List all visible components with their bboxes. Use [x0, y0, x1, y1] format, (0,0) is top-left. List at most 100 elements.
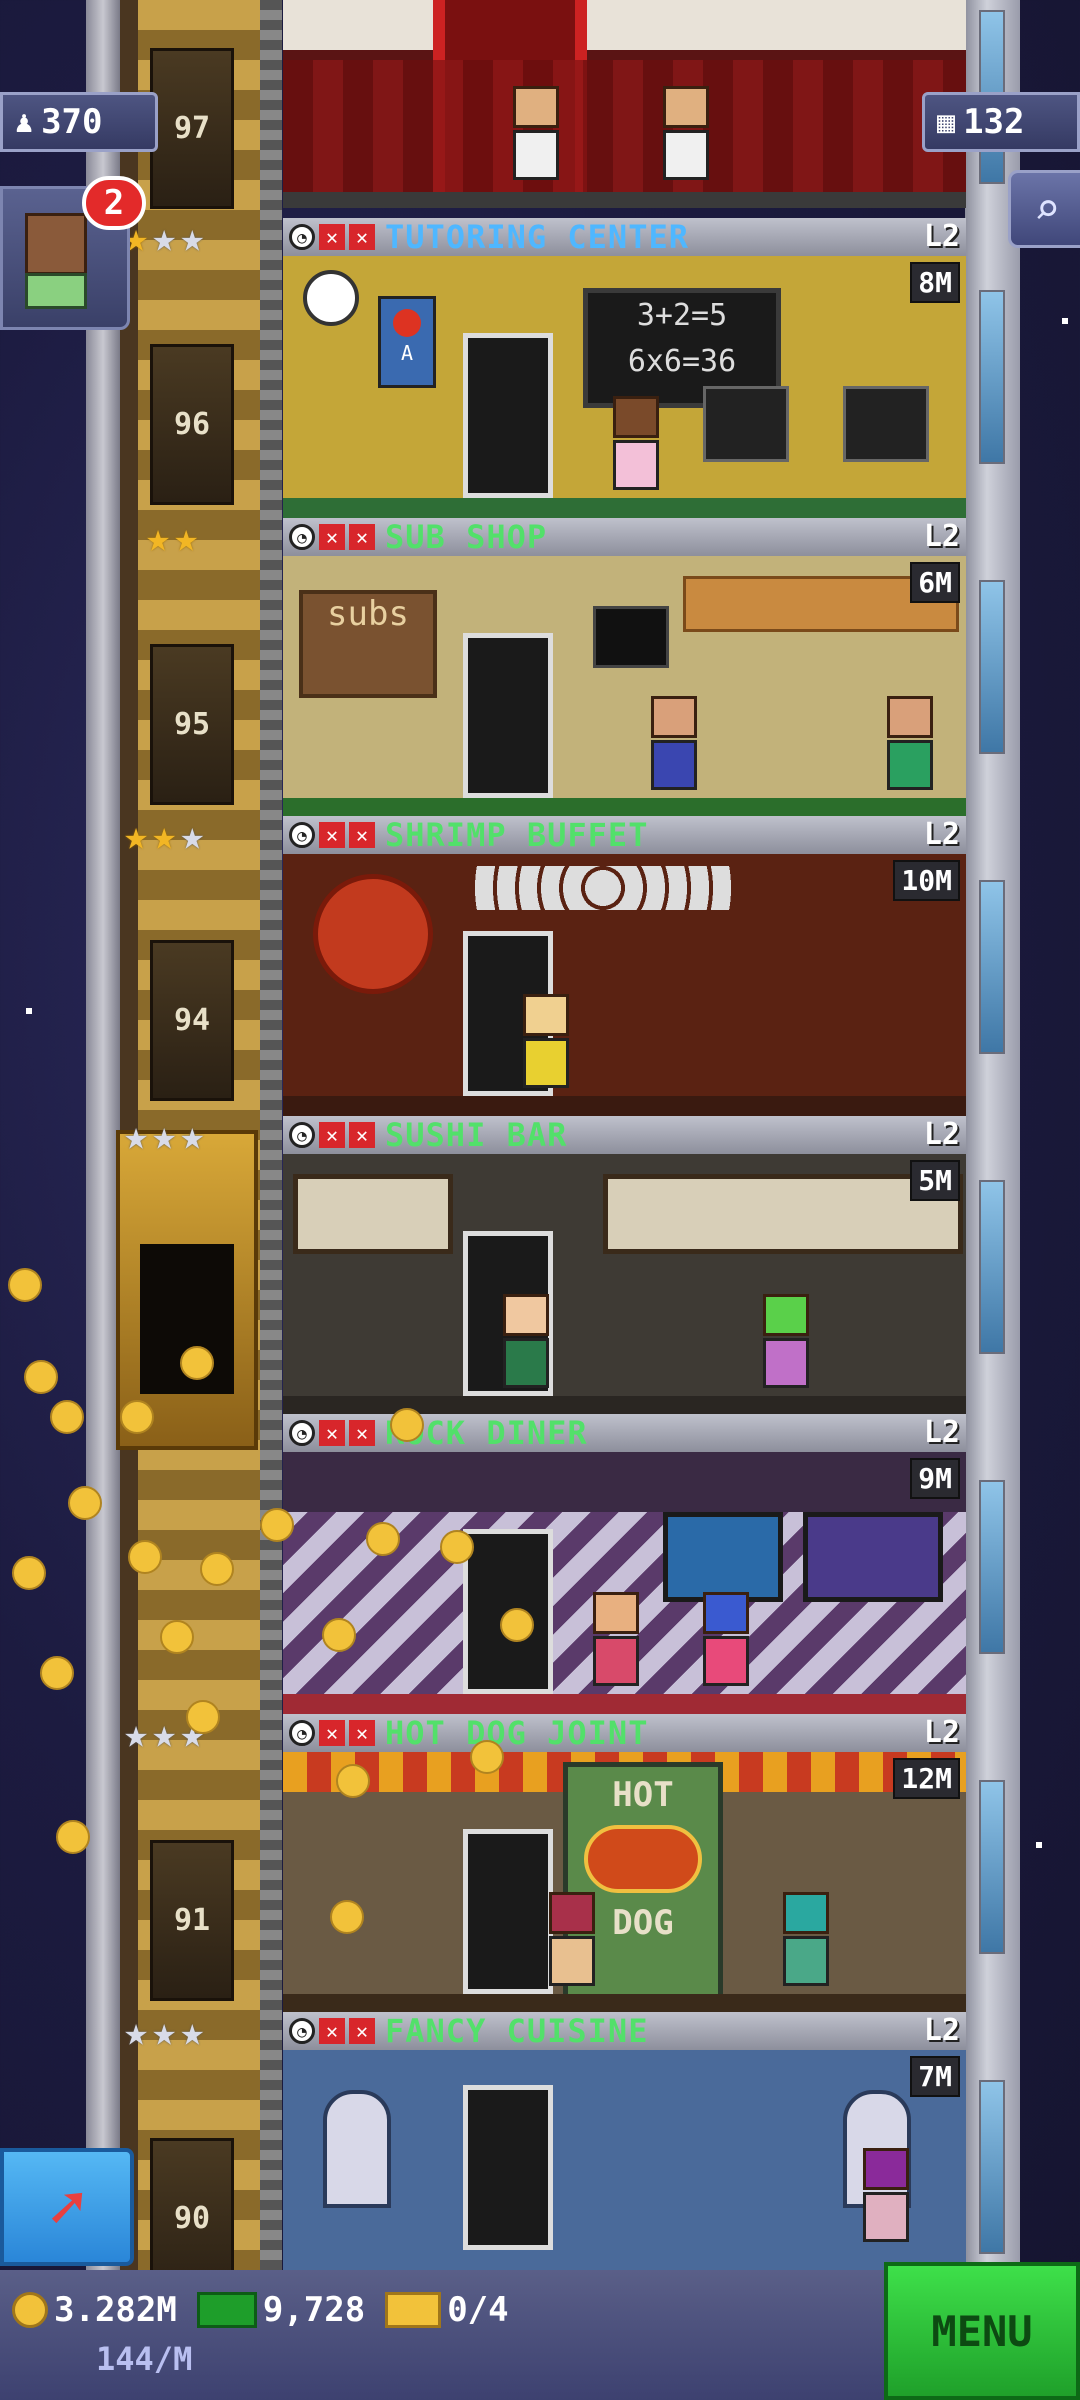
floor-level: L2: [923, 219, 960, 254]
menu-sign: subs: [299, 590, 437, 698]
coin-particle: [470, 1740, 504, 1774]
star-icon: ★: [124, 1113, 149, 1159]
floor-level: L2: [923, 1117, 960, 1152]
coin-particle: [24, 1360, 58, 1394]
star-icon: ★: [152, 215, 177, 261]
visitor-person[interactable]: [651, 696, 697, 796]
floor-timer: 10M: [893, 860, 960, 901]
clock-icon: ◔: [289, 524, 315, 550]
floor-count-value: 132: [963, 102, 1025, 142]
coin-particle: [120, 1400, 154, 1434]
floor-hot-dog-joint[interactable]: ◔ ✕ ✕ HOT DOG JOINT L2 HOT DOG 12M: [283, 1714, 966, 2014]
star-icon: ★: [152, 813, 177, 859]
visitor-person[interactable]: [513, 86, 559, 186]
close-icon: ✕: [349, 524, 375, 550]
background-star: [26, 1008, 32, 1014]
floor-rock-diner[interactable]: ◔ ✕ ✕ ROCK DINER L2 9M: [283, 1414, 966, 1714]
mission-button[interactable]: ➚: [0, 2148, 134, 2266]
floor-header: ◔ ✕ ✕ SHRIMP BUFFET L2: [283, 816, 966, 854]
star-icon: ★: [180, 813, 205, 859]
visitor-person[interactable]: [503, 1294, 549, 1394]
visitor-person[interactable]: [887, 696, 933, 796]
star-icon: ★: [124, 1711, 149, 1757]
floor-sub-shop[interactable]: ◔ ✕ ✕ SUB SHOP L2 subs 6M: [283, 518, 966, 818]
close-icon: ✕: [319, 822, 345, 848]
visitor-person[interactable]: [663, 86, 709, 186]
elevator-door-96[interactable]: 96: [150, 344, 234, 505]
coin-particle: [50, 1400, 84, 1434]
coin-particle: [500, 1608, 534, 1642]
floor-shrimp-buffet[interactable]: ◔ ✕ ✕ SHRIMP BUFFET L2 10M: [283, 816, 966, 1116]
gold-balance: 0/4: [447, 2290, 509, 2330]
background-star: [1062, 318, 1068, 324]
floor-fancy-cuisine[interactable]: ◔ ✕ ✕ FANCY CUISINE L2 7M: [283, 2012, 966, 2270]
floor-counter[interactable]: ▦ 132: [922, 92, 1080, 152]
poster: A: [378, 296, 436, 388]
floor-level: L2: [923, 2013, 960, 2048]
clock-icon: ◔: [289, 822, 315, 848]
floor-level: L2: [923, 1715, 960, 1750]
floor-sushi-bar[interactable]: ◔ ✕ ✕ SUSHI BAR L2 5M: [283, 1116, 966, 1416]
elevator-door-95[interactable]: 95: [150, 644, 234, 805]
search-button[interactable]: ⌕: [1008, 170, 1080, 248]
elevator-door-97[interactable]: 97: [150, 48, 234, 209]
avatar: [25, 213, 87, 275]
shoji-window: [293, 1174, 453, 1254]
clock-icon: [303, 270, 359, 326]
star-icon: ★: [124, 813, 149, 859]
close-icon: ✕: [319, 524, 345, 550]
visitor-person[interactable]: [613, 396, 659, 496]
floor-timer: 9M: [910, 1458, 960, 1499]
close-icon: ✕: [349, 1420, 375, 1446]
floor-tutoring-center[interactable]: ◔ ✕ ✕ TUTORING CENTER L2 A 3+2=5 6x6=36 8M: [283, 218, 966, 518]
coin-particle: [68, 1486, 102, 1520]
coin-balance: 3.282M: [54, 2290, 177, 2330]
star-icon: ★: [180, 215, 205, 261]
visitor-person[interactable]: [593, 1592, 639, 1692]
floor-dojo[interactable]: [283, 0, 966, 208]
star-icon: ★: [146, 515, 171, 561]
background-star: [1036, 1842, 1042, 1848]
arched-window: [323, 2090, 391, 2208]
coin-particle: [186, 1700, 220, 1734]
close-icon: ✕: [349, 822, 375, 848]
floor-header: ◔ ✕ ✕ SUSHI BAR L2: [283, 1116, 966, 1154]
person-icon: ♟: [15, 104, 34, 140]
clock-icon: ◔: [289, 224, 315, 250]
visitor-person[interactable]: [863, 2148, 909, 2248]
elevator-door-94[interactable]: 94: [150, 940, 234, 1101]
floor-level: L2: [923, 1415, 960, 1450]
menu-button[interactable]: MENU: [884, 2262, 1080, 2400]
visitor-person[interactable]: [763, 1294, 809, 1394]
notification-badge: 2: [82, 176, 146, 230]
visitor-person[interactable]: [783, 1892, 829, 1992]
population-value: 370: [41, 102, 103, 142]
floor-level: L2: [923, 817, 960, 852]
floor-header: ◔ ✕ ✕ TUTORING CENTER L2: [283, 218, 966, 256]
coin-particle: [330, 1900, 364, 1934]
close-icon: ✕: [349, 1122, 375, 1148]
room-door: [463, 1829, 553, 1994]
visitor-person[interactable]: [549, 1892, 595, 1992]
stairwell: [260, 0, 282, 2270]
floor-timer: 12M: [893, 1758, 960, 1799]
floor-timer: 7M: [910, 2056, 960, 2097]
floor-rating: ★ ★ ★: [124, 2012, 204, 2052]
coin-particle: [128, 1540, 162, 1574]
clock-icon: ◔: [289, 1122, 315, 1148]
floor-name: SUSHI BAR: [385, 1116, 568, 1154]
wall-plates: [473, 866, 733, 910]
bux-icon: [196, 2292, 257, 2328]
visitor-person[interactable]: [523, 994, 569, 1094]
star-icon: ★: [180, 1113, 205, 1159]
room-door: [463, 2085, 553, 2250]
coin-particle: [160, 1620, 194, 1654]
floor-name: HOT DOG JOINT: [385, 1714, 649, 1752]
population-counter[interactable]: ♟ 370: [0, 92, 158, 152]
coin-particle: [180, 1346, 214, 1380]
coin-particle: [390, 1408, 424, 1442]
bux-balance: 9,728: [262, 2290, 366, 2330]
visitor-person[interactable]: [703, 1592, 749, 1692]
computer-monitor: [843, 386, 929, 462]
elevator-door-91[interactable]: 91: [150, 1840, 234, 2001]
